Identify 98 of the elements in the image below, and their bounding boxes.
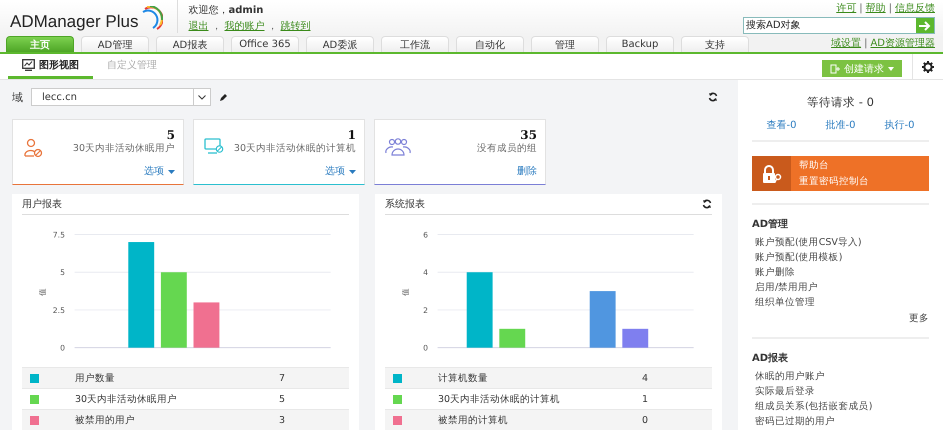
- nav-tab[interactable]: Backup: [606, 36, 674, 52]
- chart-bar: [499, 328, 526, 348]
- card-action-link[interactable]: 删除: [517, 164, 537, 178]
- separator: |: [859, 2, 863, 15]
- welcome-text: 欢迎您，: [188, 4, 229, 17]
- more-link[interactable]: 更多: [909, 312, 929, 325]
- chevron-down-icon: [198, 94, 206, 100]
- settings-icon[interactable]: [922, 60, 934, 72]
- header-link[interactable]: 帮助: [866, 2, 886, 15]
- nav-tab[interactable]: 管理: [531, 36, 599, 52]
- user-name: admin: [228, 4, 264, 17]
- domain-label: 域: [12, 90, 23, 104]
- caret-icon: [888, 66, 894, 70]
- nav-tab[interactable]: Office 365: [231, 36, 299, 52]
- helpdesk-text: 重置密码控制台: [799, 175, 869, 188]
- legend-value: 4: [642, 372, 650, 384]
- card-label: 30天内非活动休眠的计算机: [234, 142, 356, 155]
- sidebar-link[interactable]: 休眠的用户账户: [755, 369, 929, 384]
- pending-title: 等待请求 - 0: [806, 95, 875, 110]
- legend-label: 30天内非活动休眠用户: [75, 392, 178, 406]
- card-action-link[interactable]: 选项: [325, 164, 356, 178]
- lock-key-icon: [762, 164, 782, 182]
- pending-link[interactable]: 批准-0: [826, 118, 856, 132]
- legend-label: 被禁用的计算机: [438, 414, 509, 426]
- header-link[interactable]: 退出: [188, 20, 209, 33]
- logo-arc-icon: [140, 6, 163, 32]
- chart-bar: [194, 302, 220, 348]
- legend-label: 30天内非活动休眠的计算机: [438, 392, 562, 406]
- card-label: 30天内非活动休眠用户: [72, 142, 175, 155]
- sidebar-link[interactable]: 组成员关系(包括嵌套成员): [755, 399, 929, 414]
- sidebar-link[interactable]: 组织单位管理: [755, 295, 929, 310]
- pending-link[interactable]: 执行-0: [884, 118, 914, 132]
- axis-tick-label: 7.5: [52, 230, 65, 240]
- legend-value: 1: [642, 394, 650, 404]
- monitor-icon: [204, 138, 224, 156]
- nav-tab[interactable]: 支持: [681, 36, 749, 52]
- panel-title: 用户报表: [22, 198, 62, 212]
- nav-tab[interactable]: 工作流: [381, 36, 449, 52]
- card-count: 5: [166, 128, 175, 142]
- axis-label: 值: [400, 288, 410, 296]
- legend-value: 3: [279, 414, 286, 426]
- helpdesk-text: 帮助台: [799, 159, 830, 172]
- separator: |: [864, 38, 868, 48]
- separator: ，: [212, 20, 222, 33]
- legend-value: 7: [279, 372, 286, 384]
- legend-value: 5: [279, 394, 286, 404]
- legend-label: 用户数量: [75, 372, 116, 384]
- card-label: 没有成员的组: [477, 142, 537, 155]
- header-link[interactable]: AD资源管理器: [870, 36, 935, 50]
- legend-label: 计算机数量: [438, 372, 489, 384]
- user-blocked-icon: [23, 138, 43, 158]
- legend-label: 被禁用的用户: [75, 414, 136, 426]
- header-link[interactable]: 域设置: [831, 36, 862, 50]
- nav-tab[interactable]: AD报表: [156, 36, 224, 52]
- refresh-icon[interactable]: [708, 92, 718, 102]
- sidebar-link[interactable]: 账户预配(使用模板): [755, 250, 929, 265]
- axis-tick-label: 0: [423, 344, 428, 353]
- panel-title: 系统报表: [385, 198, 425, 212]
- add-document-icon: [830, 64, 840, 74]
- section-title: AD报表: [752, 352, 790, 365]
- group-icon: [385, 138, 411, 156]
- logo-text: ADManager Plus: [10, 12, 139, 32]
- nav-tab[interactable]: 自动化: [456, 36, 524, 52]
- separator: |: [888, 2, 892, 15]
- axis-label: 值: [38, 288, 47, 296]
- section-title: AD管理: [752, 218, 790, 231]
- search-field[interactable]: 搜索AD对象: [743, 17, 935, 34]
- header-link[interactable]: 跳转到: [280, 20, 311, 33]
- view-tab[interactable]: 图形视图: [8, 54, 93, 79]
- card-action-link[interactable]: 选项: [144, 164, 175, 178]
- arrow-right-icon: [919, 20, 931, 30]
- header-link[interactable]: 信息反馈: [895, 2, 935, 15]
- chart-monitor-icon: [22, 59, 35, 71]
- axis-tick-label: 6: [423, 230, 428, 240]
- chart-bar: [590, 291, 616, 348]
- chart-bar: [622, 328, 648, 348]
- axis-tick-label: 4: [423, 268, 428, 278]
- axis-tick-label: 5: [60, 268, 65, 278]
- separator: ，: [268, 20, 278, 33]
- sidebar-link[interactable]: 实际最后登录: [755, 384, 929, 399]
- domain-select[interactable]: lecc.cn: [31, 88, 211, 106]
- sidebar-link[interactable]: 密码已过期的用户: [755, 414, 929, 429]
- axis-tick-label: 2.5: [52, 306, 65, 315]
- axis-tick-label: 2: [423, 306, 428, 315]
- sidebar-link[interactable]: 账户预配(使用CSV导入): [755, 235, 929, 250]
- nav-tab[interactable]: AD管理: [81, 36, 149, 52]
- header-link[interactable]: 我的账户: [224, 20, 265, 33]
- card-count: 1: [348, 128, 356, 142]
- axis-tick-label: 0: [60, 344, 65, 353]
- nav-tab[interactable]: AD委派: [306, 36, 374, 52]
- sidebar-link[interactable]: 启用/禁用用户: [755, 280, 929, 295]
- pencil-icon[interactable]: [219, 92, 228, 102]
- card-count: 35: [520, 128, 537, 142]
- sidebar-link[interactable]: 账户删除: [755, 265, 929, 280]
- pending-link[interactable]: 查看-0: [766, 118, 796, 132]
- refresh-icon[interactable]: [702, 199, 712, 210]
- legend-value: 0: [642, 414, 650, 426]
- header-link[interactable]: 许可: [836, 2, 856, 15]
